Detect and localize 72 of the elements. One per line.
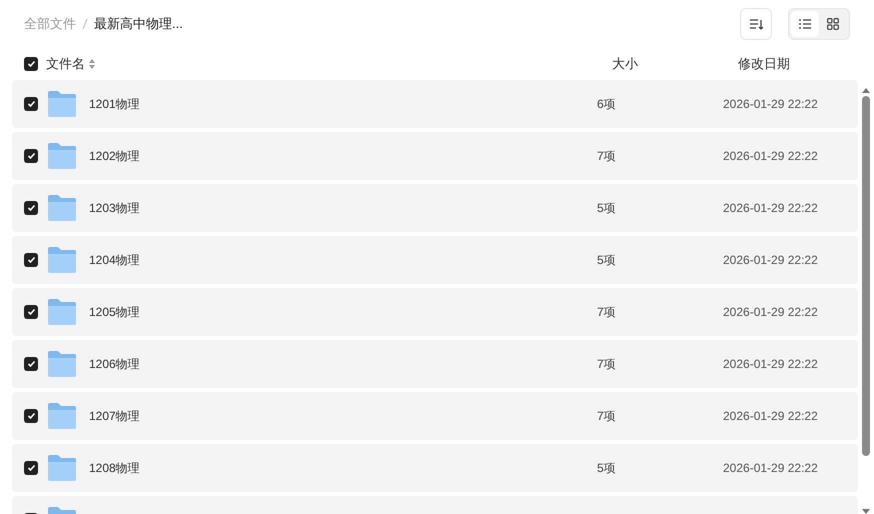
sort-button[interactable] <box>740 8 772 40</box>
checkbox[interactable] <box>24 97 38 111</box>
checkmark-icon <box>26 204 36 212</box>
list-view-button[interactable] <box>791 11 819 37</box>
folder-icon <box>47 142 77 170</box>
file-name: 1202物理 <box>89 148 141 165</box>
checkmark-icon <box>26 256 36 264</box>
folder-icon <box>47 402 77 430</box>
folder-icon <box>47 90 77 118</box>
column-header[interactable]: 文件名 <box>46 54 85 74</box>
modified-date: 2026-01-29 22:22 <box>723 200 819 217</box>
checkbox[interactable] <box>24 461 38 475</box>
folder-icon <box>47 246 77 274</box>
file-name: 1206物理 <box>89 356 141 373</box>
item-count: 7项 <box>597 148 617 165</box>
modified-date: 2026-01-29 22:22 <box>723 356 819 373</box>
checkbox[interactable] <box>24 357 38 371</box>
file-name: 1204物理 <box>89 252 141 269</box>
file-row[interactable]: 1205物理 7项 2026-01-29 22:22 <box>12 288 858 336</box>
checkmark-icon <box>26 60 36 68</box>
checkbox[interactable] <box>24 253 38 267</box>
file-row[interactable]: 1206物理 7项 2026-01-29 22:22 <box>12 340 858 388</box>
scroll-down-icon[interactable] <box>861 508 871 514</box>
breadcrumb-item: 最新高中物理... <box>94 15 183 34</box>
checkmark-icon <box>26 308 36 316</box>
checkbox[interactable] <box>24 305 38 319</box>
separator-icon <box>82 18 88 30</box>
item-count: 7项 <box>597 304 617 321</box>
file-row[interactable]: 1201物理 6项 2026-01-29 22:22 <box>12 80 858 128</box>
file-row[interactable]: 1203物理 5项 2026-01-29 22:22 <box>12 184 858 232</box>
modified-date: 2026-01-29 22:22 <box>723 148 819 165</box>
file-row[interactable]: 1207物理 7项 2026-01-29 22:22 <box>12 392 858 440</box>
item-count: 5项 <box>597 200 617 217</box>
modified-date: 2026-01-29 22:22 <box>723 96 819 113</box>
checkbox[interactable] <box>24 149 38 163</box>
file-row[interactable]: 1204物理 5项 2026-01-29 22:22 <box>12 236 858 284</box>
file-row[interactable]: 1208物理 5项 2026-01-29 22:22 <box>12 444 858 492</box>
checkbox[interactable] <box>24 409 38 423</box>
modified-date: 2026-01-29 22:22 <box>723 408 819 425</box>
column-header[interactable]: 大小 <box>612 54 638 74</box>
checkmark-icon <box>26 360 36 368</box>
checkmark-icon <box>26 464 36 472</box>
file-name: 1201物理 <box>89 96 141 113</box>
scroll-up-icon[interactable] <box>861 86 871 94</box>
checkmark-icon <box>26 152 36 160</box>
file-name: 1207物理 <box>89 408 141 425</box>
folder-icon <box>47 454 77 482</box>
modified-date: 2026-01-29 22:22 <box>723 252 819 269</box>
file-name: 1205物理 <box>89 304 141 321</box>
file-name: 1203物理 <box>89 200 141 217</box>
folder-icon <box>47 350 77 378</box>
file-name: 1208物理 <box>89 460 141 477</box>
checkmark-icon <box>26 100 36 108</box>
scrollbar[interactable] <box>861 86 871 514</box>
sort-arrows-icon <box>89 59 95 69</box>
column-header[interactable]: 修改日期 <box>738 54 790 74</box>
item-count: 7项 <box>597 408 617 425</box>
modified-date: 2026-01-29 22:22 <box>723 304 819 321</box>
item-count: 5项 <box>597 460 617 477</box>
file-row[interactable]: 1202物理 7项 2026-01-29 22:22 <box>12 132 858 180</box>
checkmark-icon <box>26 412 36 420</box>
folder-icon <box>47 298 77 326</box>
grid-icon <box>827 18 839 30</box>
item-count: 6项 <box>597 96 617 113</box>
checkbox[interactable] <box>24 57 38 71</box>
sort-icon <box>749 18 763 30</box>
item-count: 5项 <box>597 252 617 269</box>
folder-icon <box>47 194 77 222</box>
modified-date: 2026-01-29 22:22 <box>723 460 819 477</box>
list-icon <box>799 19 811 29</box>
item-count: 7项 <box>597 356 617 373</box>
checkbox[interactable] <box>24 201 38 215</box>
